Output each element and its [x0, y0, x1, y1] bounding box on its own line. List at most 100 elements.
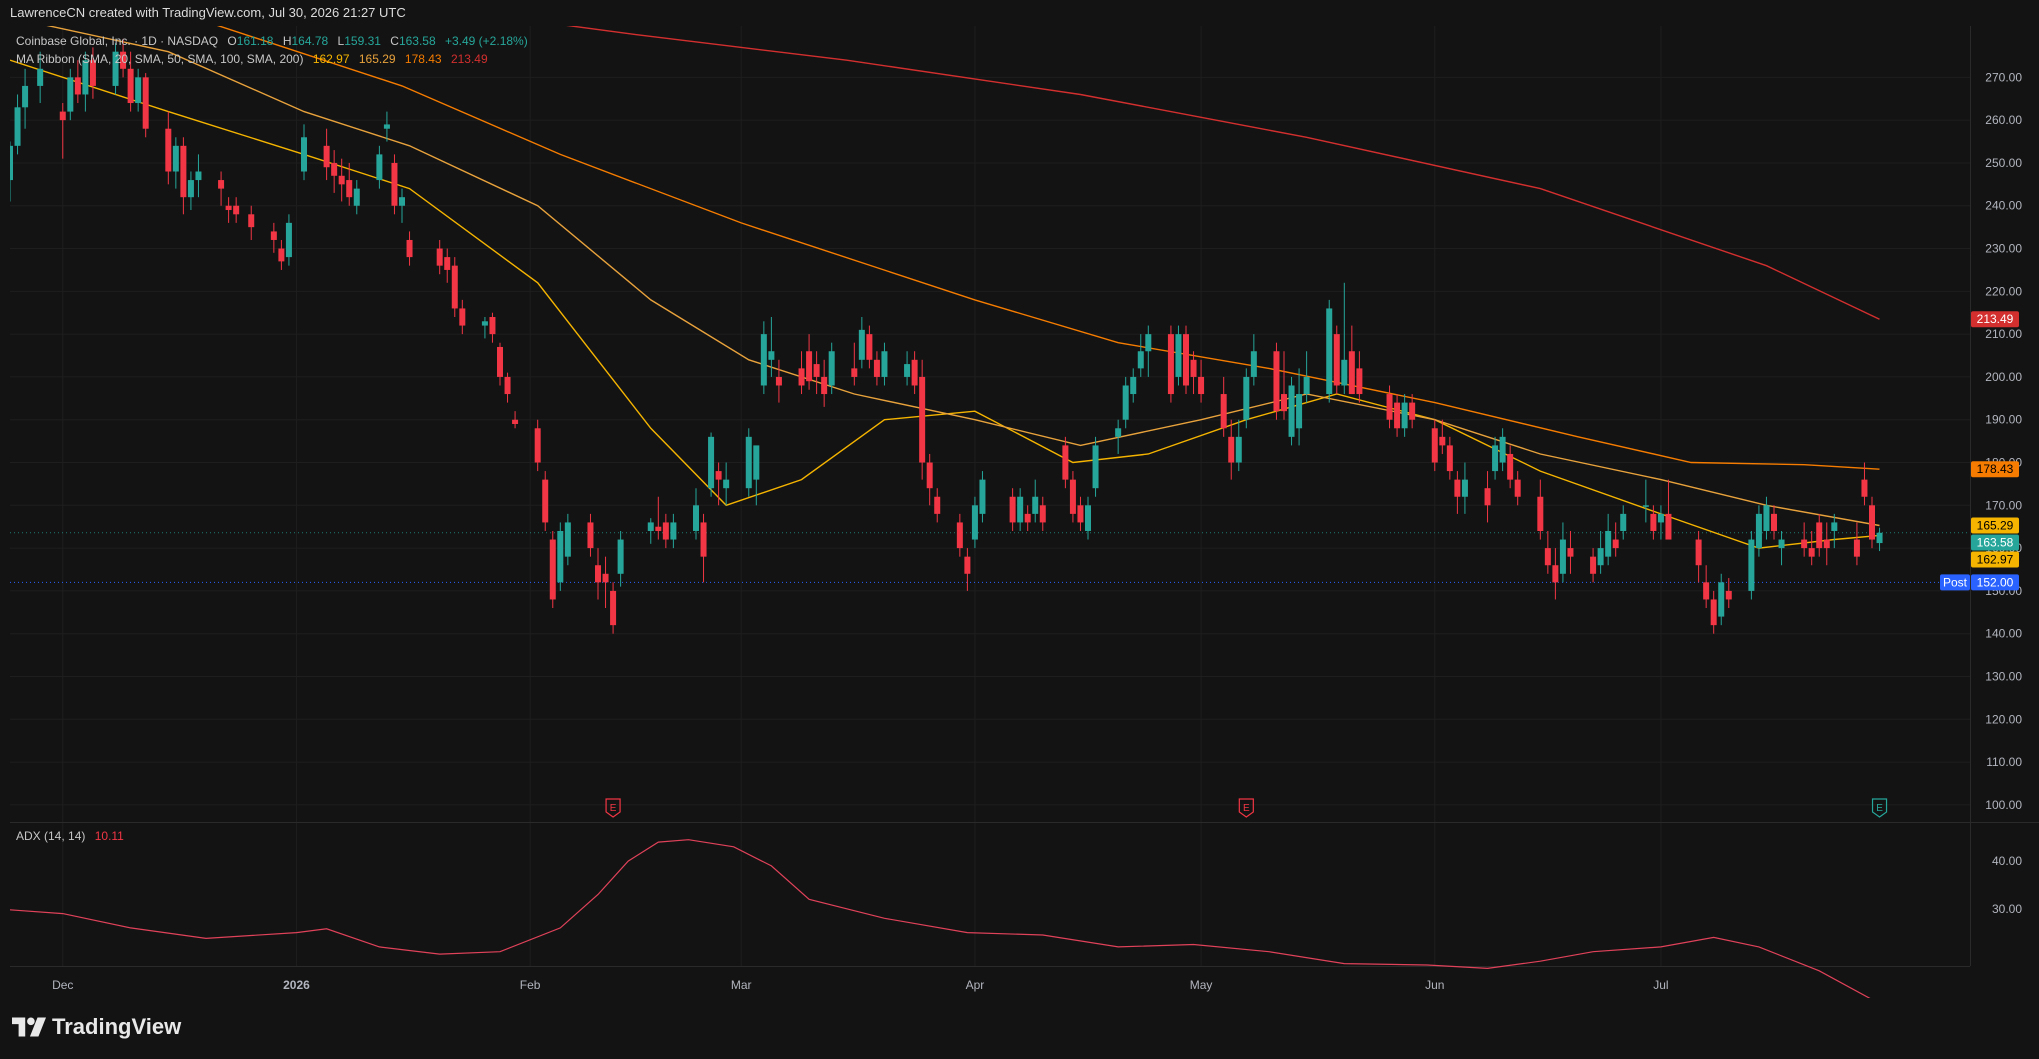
candle-body — [971, 505, 978, 540]
candle-body — [436, 248, 443, 266]
candle-body — [187, 180, 194, 198]
price-marker-label: 213.49 — [1977, 312, 2014, 326]
candle-body — [768, 351, 775, 360]
candle — [1333, 325, 1340, 395]
candle — [225, 197, 232, 223]
tradingview-logo[interactable]: TradingView — [12, 1014, 181, 1040]
candle-body — [1597, 548, 1604, 566]
candle-body — [1492, 445, 1499, 472]
time-axis[interactable]: Dec 2026 Feb Mar Apr May Jun Jul — [52, 978, 1668, 992]
candle-body — [481, 321, 488, 326]
post-market-tag: Post — [1943, 575, 1968, 589]
candle — [1273, 342, 1280, 420]
candle-body — [753, 445, 760, 480]
candle-body — [557, 530, 564, 583]
earnings-markers[interactable]: EEE — [605, 798, 1888, 818]
time-tick-label: Jun — [1425, 978, 1444, 992]
candle-body — [647, 522, 654, 531]
candle-body — [549, 539, 556, 600]
candle-body — [74, 77, 81, 95]
candle — [1612, 522, 1619, 557]
candle — [1808, 530, 1815, 566]
candle — [323, 128, 330, 181]
candle — [1145, 325, 1152, 377]
price-tick-label: 130.00 — [1985, 669, 2022, 683]
chart-canvas[interactable]: 40.0030.00 EEE 270.00260.00250.00240.002… — [10, 26, 2039, 998]
candle-body — [595, 565, 601, 583]
candle-body — [37, 68, 44, 86]
candle — [1017, 488, 1024, 531]
symbol-legend: Coinbase Global, Inc. · 1D · NASDAQ O161… — [16, 34, 534, 48]
price-marker: 165.29 — [1971, 517, 2019, 534]
candle-body — [866, 334, 873, 360]
candle-body — [1869, 505, 1875, 540]
candle — [248, 205, 255, 240]
candle — [775, 359, 782, 403]
candle — [1175, 325, 1182, 386]
candle-body — [172, 145, 179, 172]
candle — [436, 239, 443, 275]
candle-body — [383, 124, 390, 129]
candle — [655, 496, 662, 540]
candle-body — [1281, 394, 1287, 412]
candle — [1296, 368, 1303, 446]
candle — [1341, 282, 1348, 395]
candle-body — [873, 359, 880, 377]
candle — [806, 334, 813, 390]
candle — [59, 103, 66, 159]
candle — [1876, 527, 1883, 552]
candle-body — [1167, 334, 1174, 395]
candle — [1394, 394, 1401, 437]
candle-body — [534, 428, 541, 463]
ohlc-close-label: C — [390, 34, 399, 48]
candle — [926, 453, 933, 506]
candle-body — [1394, 402, 1401, 429]
price-axis[interactable]: 270.00 260.00 250.00 240.00 230.00 220.00 210.… — [1985, 70, 2022, 812]
candle-body — [1024, 513, 1031, 523]
candle — [904, 351, 911, 386]
candle — [1544, 530, 1551, 574]
candle — [798, 351, 805, 395]
candle-body — [1710, 599, 1717, 626]
candle-body — [1650, 513, 1657, 531]
candle-body — [1439, 436, 1446, 446]
symbol-name: Coinbase Global, Inc. · 1D · NASDAQ — [16, 34, 219, 48]
candle — [187, 171, 194, 211]
candle-body — [1183, 334, 1189, 386]
candle — [670, 513, 677, 549]
candle-body — [451, 265, 458, 309]
candle-body — [1409, 402, 1416, 420]
candle — [278, 239, 285, 270]
candle — [497, 342, 503, 386]
ohlc-open-value: 161.18 — [236, 34, 274, 48]
chart-frame[interactable]: 40.00 30.00 EEE 270.00 260.00 250.00 240.00 2… — [10, 26, 2039, 998]
candle — [165, 111, 172, 185]
candle-body — [1801, 539, 1808, 549]
tradingview-logo-icon — [12, 1017, 46, 1037]
candle — [1484, 471, 1491, 523]
candle-body — [1243, 376, 1250, 420]
candle-body — [708, 436, 715, 489]
candle — [1446, 436, 1453, 480]
candle-body — [1499, 436, 1506, 463]
ma200-value: 213.49 — [450, 52, 488, 66]
candle — [10, 141, 13, 202]
candle-body — [1288, 385, 1295, 437]
candle-body — [1333, 334, 1340, 386]
candle — [647, 518, 654, 544]
candle-body — [1748, 539, 1755, 591]
candle-body — [1537, 496, 1544, 531]
candle-body — [225, 205, 232, 211]
candle-body — [1612, 539, 1619, 549]
candle — [1401, 394, 1408, 437]
candle — [1024, 505, 1031, 531]
candle — [564, 513, 571, 566]
price-tick-label: 140.00 — [1985, 627, 2022, 641]
price-tick-label: 210.00 — [1985, 327, 2022, 341]
ma-line-3 — [566, 26, 1880, 320]
candle — [1778, 530, 1785, 566]
candle-body — [926, 462, 933, 489]
price-change: +3.49 (+2.18%) — [444, 34, 528, 48]
candle — [406, 231, 413, 266]
candle-body — [1190, 359, 1197, 377]
